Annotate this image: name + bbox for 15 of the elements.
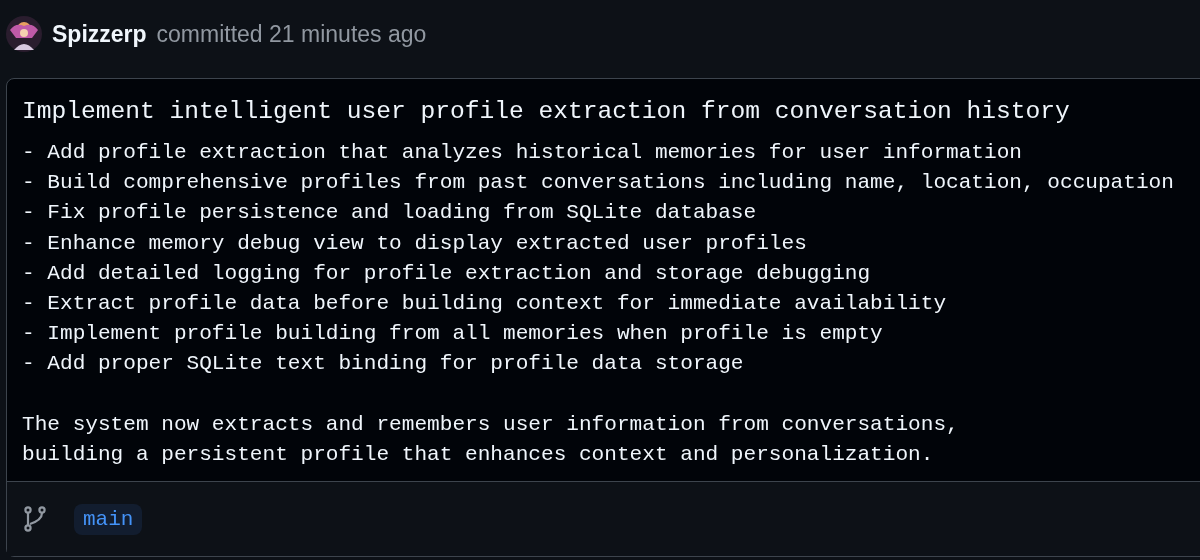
commit-message-line: - Fix profile persistence and loading from SQLite database (22, 199, 758, 227)
commit-message-line: - Extract profile data before building context for immediate availability (22, 290, 948, 317)
commit-message-line: - Build comprehensive profiles from past conversations including name, location, occupation (22, 169, 1175, 197)
commit-message-line: - Add profile extraction that analyzes historical memories for user information (22, 139, 1023, 166)
commit-summary: The system now extracts and remembers user information from conversations, building a persistent profile that enhances context and personalization. (22, 410, 960, 468)
branch-icon (24, 506, 46, 533)
avatar (6, 16, 42, 52)
branch-label[interactable]: main (74, 503, 143, 535)
commit-message-line: - Add detailed logging for profile extraction and storage debugging (22, 259, 872, 287)
commit-message-line: - Add proper SQLite text binding for profile data storage (22, 350, 745, 378)
commit-message-line: - Enhance memory debug view to display extracted user profiles (22, 229, 808, 257)
author-name[interactable]: Spizzerp (52, 20, 147, 48)
commit-message-line: - Implement profile building from all memories when profile is empty (22, 320, 884, 348)
commit-title: Implement intelligent user profile extraction from conversation history (22, 97, 1071, 127)
commit-time: committed 21 minutes ago (156, 20, 427, 48)
